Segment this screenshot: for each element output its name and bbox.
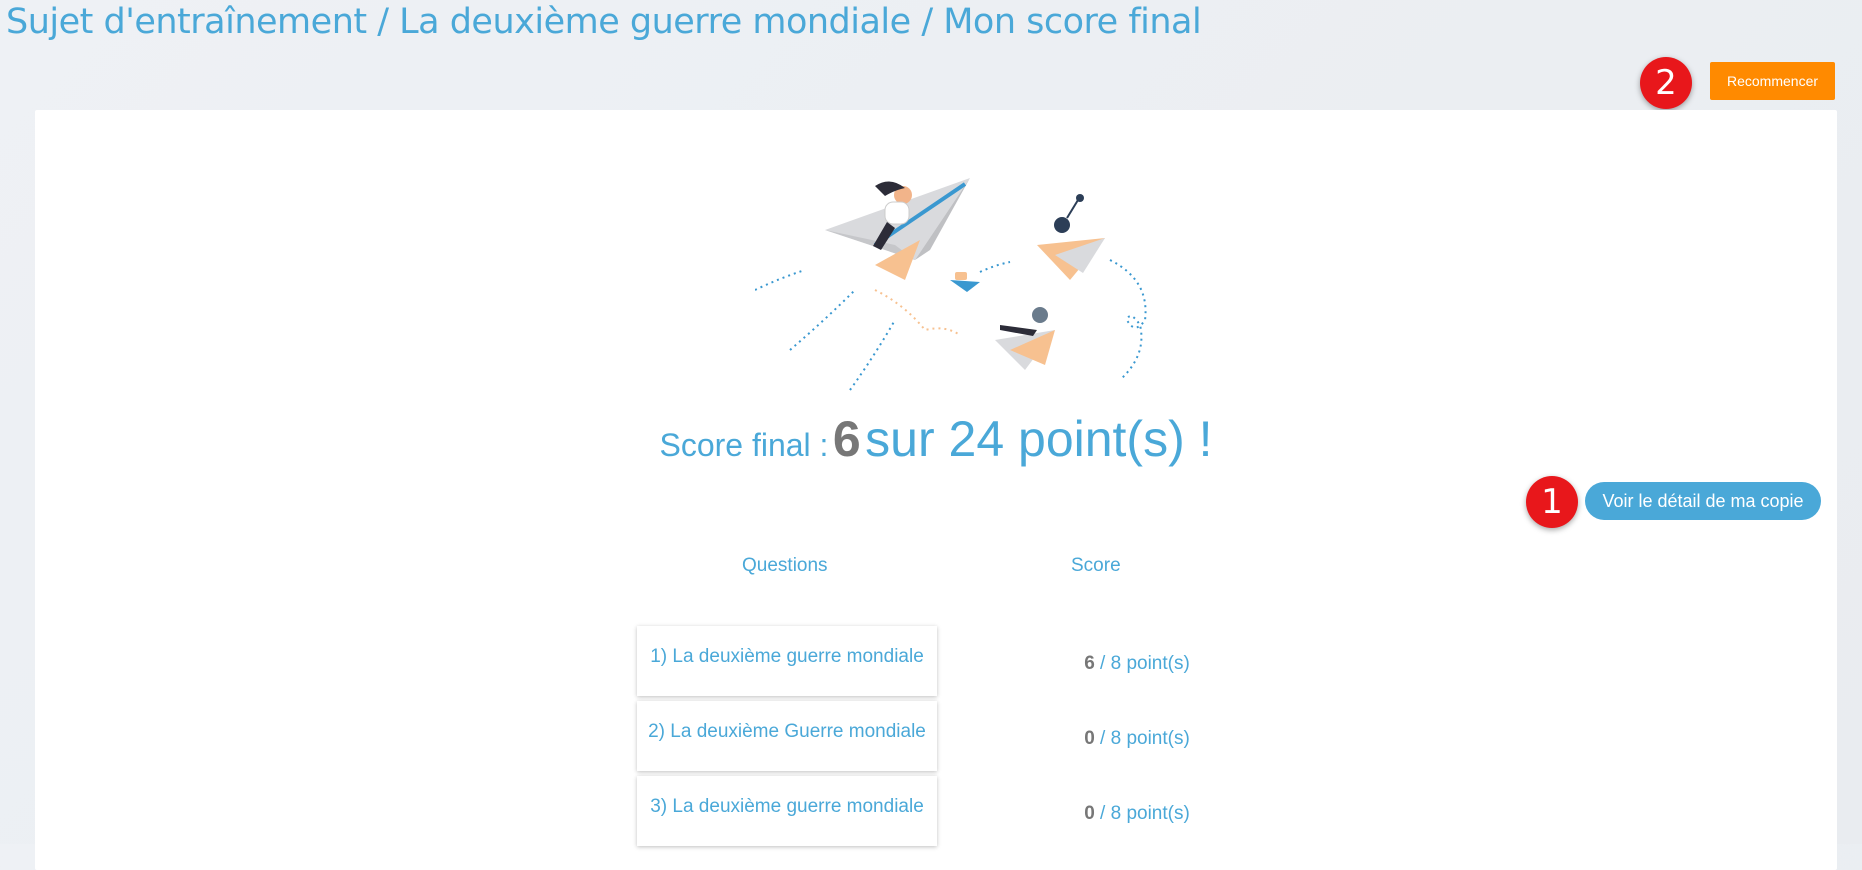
question-score-total: / 8 point(s) bbox=[1100, 653, 1190, 674]
annotation-marker-1: 1 bbox=[1526, 476, 1578, 528]
breadcrumb: Sujet d'entraînement / La deuxième guerr… bbox=[6, 2, 1202, 42]
question-score-obtained: 0 bbox=[1084, 728, 1095, 749]
questions-column-header: Questions bbox=[742, 555, 828, 576]
question-score-2: 0 / 8 point(s) bbox=[1037, 728, 1237, 750]
annotation-marker-2: 2 bbox=[1640, 57, 1692, 109]
final-score: Score final : 6 sur 24 point(s) ! bbox=[35, 410, 1837, 468]
paper-planes-illustration bbox=[755, 178, 1147, 391]
final-score-value: 6 bbox=[832, 411, 861, 467]
final-score-label: Score final : bbox=[659, 427, 829, 463]
view-detail-button[interactable]: Voir le détail de ma copie bbox=[1585, 482, 1821, 520]
question-row-1[interactable]: 1) La deuxième guerre mondiale bbox=[637, 626, 937, 696]
question-score-total: / 8 point(s) bbox=[1100, 728, 1190, 749]
score-column-header: Score bbox=[1071, 555, 1121, 576]
question-score-3: 0 / 8 point(s) bbox=[1037, 803, 1237, 825]
question-row-3[interactable]: 3) La deuxième guerre mondiale bbox=[637, 776, 937, 846]
question-score-1: 6 / 8 point(s) bbox=[1037, 653, 1237, 675]
final-score-total: sur 24 point(s) ! bbox=[865, 411, 1213, 467]
question-score-total: / 8 point(s) bbox=[1100, 803, 1190, 824]
question-score-obtained: 6 bbox=[1084, 653, 1095, 674]
question-score-obtained: 0 bbox=[1084, 803, 1095, 824]
restart-button[interactable]: Recommencer bbox=[1710, 62, 1835, 100]
question-row-2[interactable]: 2) La deuxième Guerre mondiale bbox=[637, 701, 937, 771]
